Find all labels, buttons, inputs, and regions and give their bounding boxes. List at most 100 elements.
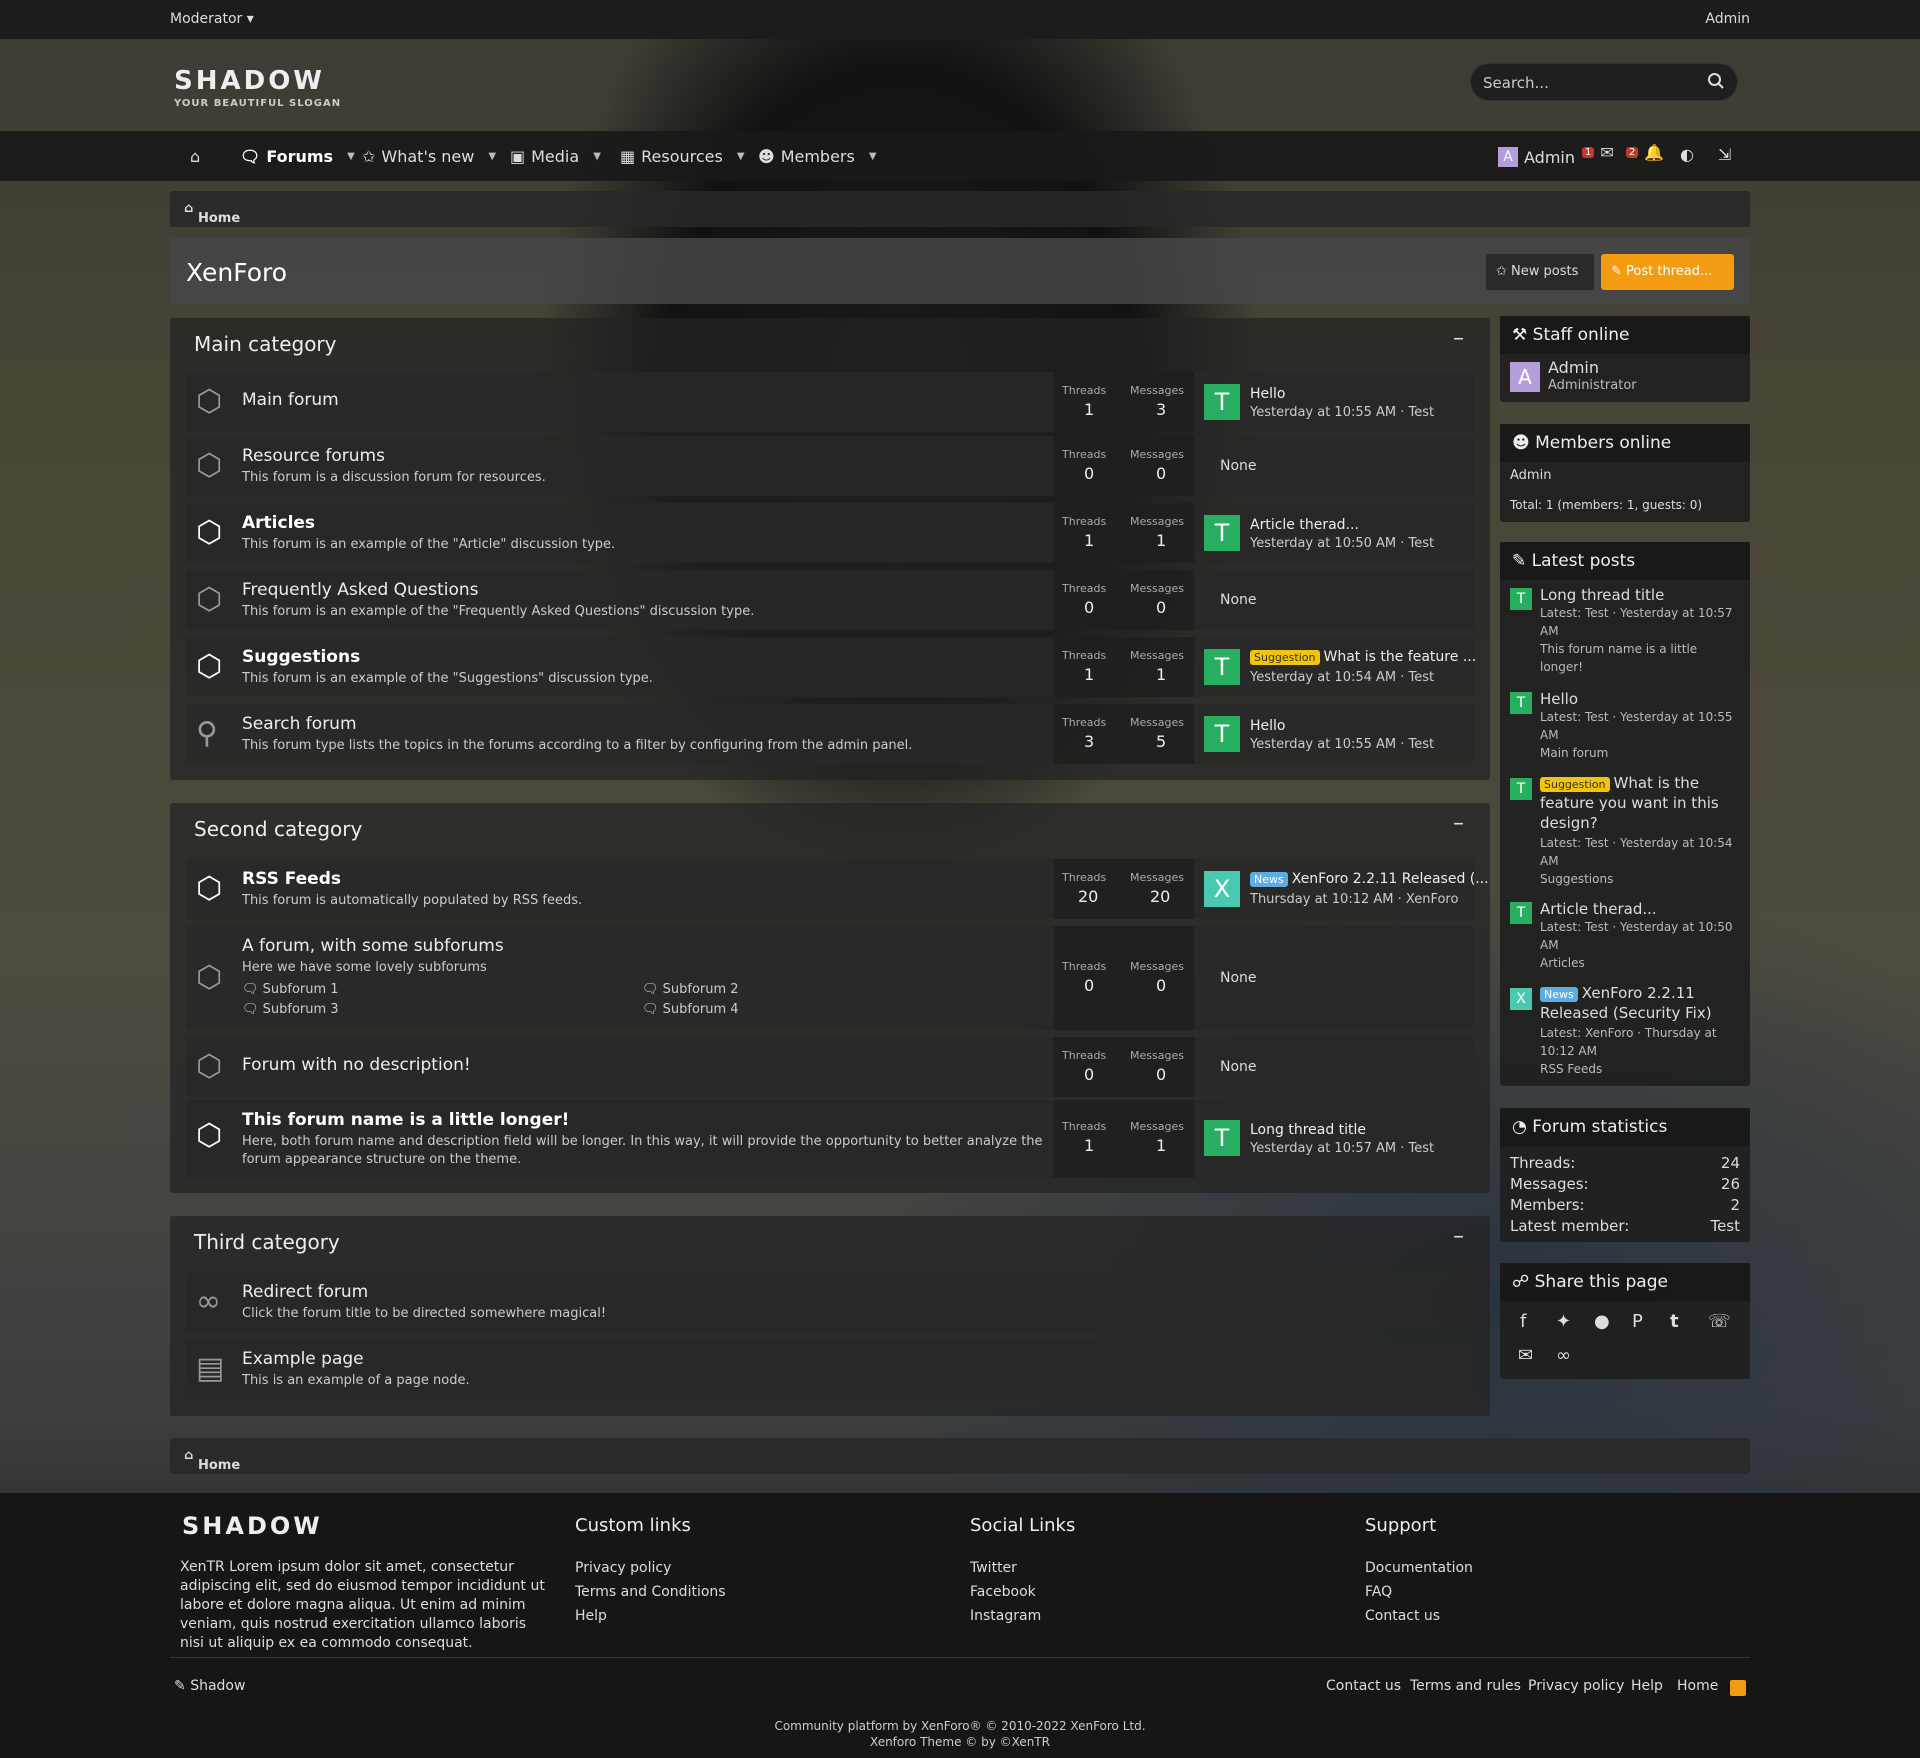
avatar[interactable]: X xyxy=(1510,988,1532,1010)
last-post[interactable]: T Hello Yesterday at 10:55 AM · Test xyxy=(1204,372,1474,432)
collapse-toggle[interactable]: – xyxy=(1453,326,1464,351)
breadcrumb-home[interactable]: ⌂ Home xyxy=(184,1448,240,1473)
prefix-label[interactable]: News xyxy=(1540,987,1578,1002)
node-main-forum[interactable]: ⬡ Main forum Threads Messages 1 3 T Hell… xyxy=(186,372,1474,432)
latest-post-title[interactable]: What is the xyxy=(1614,774,1700,792)
latest-post-title[interactable]: Article therad... xyxy=(1540,900,1657,918)
node-redirect[interactable]: ∞ Redirect forum Click the forum title t… xyxy=(186,1272,1474,1332)
collapse-toggle[interactable]: – xyxy=(1453,1224,1464,1249)
style-chooser[interactable]: ✎ Shadow xyxy=(174,1678,245,1694)
footer-link[interactable]: Instagram xyxy=(970,1608,1041,1624)
latest-post-forum[interactable]: Main forum xyxy=(1540,746,1608,760)
node-articles[interactable]: ⬡ Articles This forum is an example of t… xyxy=(186,503,1474,563)
subforum-link[interactable]: 🗨 Subforum 2 xyxy=(642,982,739,997)
node-rss-feeds[interactable]: ⬡ RSS Feeds This forum is automatically … xyxy=(186,859,1489,919)
prefix-label[interactable]: News xyxy=(1250,872,1288,887)
node-title[interactable]: Forum with no description! xyxy=(242,1055,471,1075)
last-post-title[interactable]: Hello xyxy=(1250,386,1286,402)
avatar[interactable]: T xyxy=(1204,649,1240,685)
latest-post-title[interactable]: Long thread title xyxy=(1540,586,1664,604)
node-title[interactable]: Example page xyxy=(242,1349,364,1369)
conversations-icon[interactable]: 1 ✉ xyxy=(1582,143,1614,162)
copyright-line[interactable]: Xenforo Theme © by ©XenTR xyxy=(0,1734,1920,1750)
node-title[interactable]: A forum, with some subforums xyxy=(242,936,504,956)
chevron-down-icon[interactable]: ▼ xyxy=(737,151,745,162)
copyright-line[interactable]: Community platform by XenForo® © 2010-20… xyxy=(0,1718,1920,1734)
chevron-down-icon[interactable]: ▼ xyxy=(869,151,877,162)
footer-link[interactable]: Twitter xyxy=(970,1560,1017,1576)
avatar[interactable]: T xyxy=(1510,902,1532,924)
staff-name[interactable]: Admin xyxy=(1548,358,1599,377)
subforum-link[interactable]: 🗨 Subforum 3 xyxy=(242,1002,339,1017)
avatar[interactable]: T xyxy=(1204,384,1240,420)
node-title[interactable]: Suggestions xyxy=(242,647,360,667)
chevron-down-icon[interactable]: ▼ xyxy=(593,151,601,162)
latest-post-forum[interactable]: RSS Feeds xyxy=(1540,1062,1602,1076)
node-title[interactable]: This forum name is a little longer! xyxy=(242,1110,569,1130)
node-suggestions[interactable]: ⬡ Suggestions This forum is an example o… xyxy=(186,637,1476,697)
footer-link[interactable]: Terms and Conditions xyxy=(575,1584,726,1600)
pinterest-icon[interactable]: P xyxy=(1632,1311,1643,1332)
footer-link[interactable]: Home xyxy=(1677,1678,1718,1694)
facebook-icon[interactable]: f xyxy=(1520,1311,1526,1332)
avatar[interactable]: T xyxy=(1204,515,1240,551)
search-input[interactable]: Search... xyxy=(1470,63,1738,101)
collapse-toggle[interactable]: – xyxy=(1453,811,1464,836)
footer-link[interactable]: Facebook xyxy=(970,1584,1036,1600)
footer-link[interactable]: Contact us xyxy=(1365,1608,1440,1624)
subforum-link[interactable]: 🗨 Subforum 4 xyxy=(642,1002,739,1017)
latest-member-link[interactable]: Test xyxy=(1710,1217,1740,1235)
latest-post-title-row[interactable]: News XenForo 2.2.11 xyxy=(1540,984,1695,1002)
latest-post-title[interactable]: Released (Security Fix) xyxy=(1540,1004,1712,1022)
footer-link[interactable]: Privacy policy xyxy=(1528,1678,1624,1694)
latest-post-forum[interactable]: Articles xyxy=(1540,956,1585,970)
latest-post-title[interactable]: feature you want in this xyxy=(1540,794,1719,812)
node-title[interactable]: Articles xyxy=(242,513,315,533)
avatar[interactable]: A xyxy=(1510,362,1540,392)
footer-link[interactable]: Help xyxy=(1631,1678,1663,1694)
online-member[interactable]: Admin xyxy=(1510,468,1551,483)
footer-link[interactable]: Help xyxy=(575,1608,607,1624)
node-title[interactable]: Main forum xyxy=(242,390,339,410)
prefix-label[interactable]: Suggestion xyxy=(1540,777,1610,792)
category-title[interactable]: Main category xyxy=(194,332,337,356)
footer-logo[interactable]: SHADOW xyxy=(182,1512,323,1540)
user-menu[interactable]: A Admin xyxy=(1498,147,1575,167)
node-title[interactable]: Search forum xyxy=(242,714,357,734)
breadcrumb-home[interactable]: ⌂ Home xyxy=(184,201,240,226)
moderator-menu[interactable]: Moderator ▾ xyxy=(170,11,254,27)
latest-post-title[interactable]: XenForo 2.2.11 xyxy=(1582,984,1695,1002)
last-post[interactable]: T Article therad... Yesterday at 10:50 A… xyxy=(1204,503,1474,563)
last-post[interactable]: T Long thread title Yesterday at 10:57 A… xyxy=(1204,1100,1474,1178)
home-icon[interactable]: ⌂ xyxy=(190,147,200,166)
node-subforums[interactable]: ⬡ A forum, with some subforums Here we h… xyxy=(186,926,1474,1030)
node-example-page[interactable]: ▤ Example page This is an example of a p… xyxy=(186,1339,1474,1399)
admin-link[interactable]: Admin xyxy=(1705,11,1750,27)
avatar[interactable]: T xyxy=(1510,588,1532,610)
subforum-link[interactable]: 🗨 Subforum 1 xyxy=(242,982,339,997)
last-post-title-row[interactable]: Suggestion What is the feature ... xyxy=(1250,649,1476,665)
new-posts-button[interactable]: ✩ New posts xyxy=(1486,254,1594,290)
footer-link[interactable]: Contact us xyxy=(1326,1678,1401,1694)
latest-post-title[interactable]: design? xyxy=(1540,814,1598,832)
last-post[interactable]: T Hello Yesterday at 10:55 AM · Test xyxy=(1204,704,1474,764)
last-post[interactable]: T Suggestion What is the feature ... Yest… xyxy=(1204,637,1476,697)
nav-media[interactable]: ▣ Media ▼ xyxy=(510,147,601,166)
node-faq[interactable]: ⬡ Frequently Asked Questions This forum … xyxy=(186,570,1474,630)
latest-post-title[interactable]: Hello xyxy=(1540,690,1578,708)
whatsapp-icon[interactable]: ☏ xyxy=(1708,1311,1731,1332)
node-resource-forums[interactable]: ⬡ Resource forums This forum is a discus… xyxy=(186,436,1474,496)
avatar[interactable]: T xyxy=(1510,778,1532,800)
last-post-title[interactable]: Long thread title xyxy=(1250,1122,1366,1138)
footer-link[interactable]: Documentation xyxy=(1365,1560,1473,1576)
avatar[interactable]: T xyxy=(1204,1120,1240,1156)
chevron-down-icon[interactable]: ▼ xyxy=(347,151,355,162)
reddit-icon[interactable]: ● xyxy=(1594,1311,1610,1332)
alerts-icon[interactable]: 2 🔔 xyxy=(1626,143,1664,162)
node-title[interactable]: RSS Feeds xyxy=(242,869,341,889)
nav-resources[interactable]: ▦ Resources ▼ xyxy=(620,147,745,166)
chevron-down-icon[interactable]: ▼ xyxy=(488,151,496,162)
last-post-title-row[interactable]: News XenForo 2.2.11 Released (... xyxy=(1250,871,1489,887)
footer-link[interactable]: FAQ xyxy=(1365,1584,1392,1600)
nav-members[interactable]: ☻ Members ▼ xyxy=(758,147,877,166)
